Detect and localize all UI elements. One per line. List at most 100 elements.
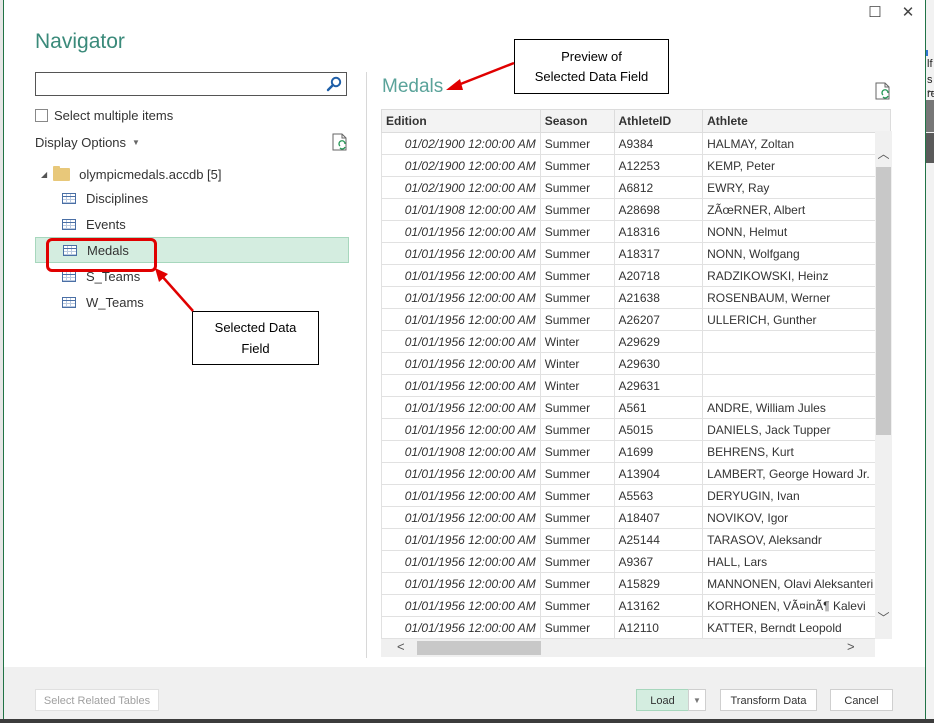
cell-athlete[interactable]: EWRY, Ray (702, 176, 891, 199)
cell-season[interactable]: Summer (539, 528, 615, 551)
pane-divider[interactable] (366, 72, 367, 658)
cell-edition[interactable]: 01/01/1956 12:00:00 AM (381, 286, 541, 309)
cell-season[interactable]: Summer (539, 242, 615, 265)
column-header-athleteid[interactable]: AthleteID (613, 109, 704, 133)
cell-athlete[interactable]: ROSENBAUM, Werner (702, 286, 891, 309)
cell-season[interactable]: Summer (539, 440, 615, 463)
horizontal-scroll-thumb[interactable] (417, 641, 541, 655)
table-row[interactable]: 01/01/1956 12:00:00 AM Summer A13904 LAMBER… (381, 462, 891, 485)
table-row[interactable]: 01/01/1956 12:00:00 AM Summer A5563 DERYUGI… (381, 484, 891, 507)
table-row[interactable]: 01/01/1956 12:00:00 AM Summer A18317 NONN, … (381, 242, 891, 265)
cell-athleteid[interactable]: A25144 (613, 528, 704, 551)
table-row[interactable]: 01/01/1956 12:00:00 AM Summer A26207 ULLERI… (381, 308, 891, 331)
transform-data-button[interactable]: Transform Data (720, 689, 817, 711)
cell-athlete[interactable]: KEMP, Peter (702, 154, 891, 177)
tree-root-database[interactable]: ◢ olympicmedals.accdb [5] (35, 163, 349, 185)
cell-athleteid[interactable]: A29630 (613, 352, 704, 375)
cell-athlete[interactable]: TARASOV, Aleksandr (702, 528, 891, 551)
horizontal-scrollbar[interactable]: < > (381, 639, 875, 657)
cell-edition[interactable]: 01/01/1956 12:00:00 AM (381, 264, 541, 287)
cell-edition[interactable]: 01/01/1956 12:00:00 AM (381, 396, 541, 419)
cell-athleteid[interactable]: A18316 (613, 220, 704, 243)
cell-season[interactable]: Summer (539, 198, 615, 221)
cell-edition[interactable]: 01/01/1956 12:00:00 AM (381, 528, 541, 551)
vertical-scroll-thumb[interactable] (876, 167, 891, 435)
table-row[interactable]: 01/01/1956 12:00:00 AM Summer A12110 KATTER… (381, 616, 891, 639)
table-row[interactable]: 01/01/1908 12:00:00 AM Summer A1699 BEHRENS… (381, 440, 891, 463)
cell-athleteid[interactable]: A29629 (613, 330, 704, 353)
load-dropdown-button[interactable]: ▼ (688, 689, 706, 711)
cell-edition[interactable]: 01/02/1900 12:00:00 AM (381, 132, 541, 155)
table-row[interactable]: 01/02/1900 12:00:00 AM Summer A9384 HALMAY,… (381, 132, 891, 155)
cell-athlete[interactable]: LAMBERT, George Howard Jr. (702, 462, 891, 485)
table-row[interactable]: 01/01/1956 12:00:00 AM Summer A561 ANDRE, W… (381, 396, 891, 419)
scroll-down-icon[interactable]: ﹀ (875, 609, 892, 626)
cell-athleteid[interactable]: A9384 (613, 132, 704, 155)
table-row[interactable]: 01/02/1900 12:00:00 AM Summer A12253 KEMP, … (381, 154, 891, 177)
table-row[interactable]: 01/01/1956 12:00:00 AMWinterA29630n (381, 352, 891, 375)
cell-edition[interactable]: 01/01/1956 12:00:00 AM (381, 352, 541, 375)
cell-athlete[interactable]: ZÃœRNER, Albert (702, 198, 891, 221)
cell-athleteid[interactable]: A6812 (613, 176, 704, 199)
cell-athlete[interactable]: n (702, 352, 891, 375)
maximize-button[interactable]: ☐ (866, 4, 884, 22)
cell-season[interactable]: Summer (539, 132, 615, 155)
cell-athleteid[interactable]: A9367 (613, 550, 704, 573)
cell-athlete[interactable]: KORHONEN, VÃ¤inÃ¶ Kalevi (702, 594, 891, 617)
cell-athleteid[interactable]: A5563 (613, 484, 704, 507)
cell-edition[interactable]: 01/01/1956 12:00:00 AM (381, 616, 541, 639)
cell-season[interactable]: Winter (539, 330, 615, 353)
cell-athlete[interactable]: ANDRE, William Jules (702, 396, 891, 419)
cell-athlete[interactable]: KATTER, Berndt Leopold (702, 616, 891, 639)
cell-athleteid[interactable]: A28698 (613, 198, 704, 221)
table-row[interactable]: 01/01/1956 12:00:00 AMWinterA29629n (381, 330, 891, 353)
column-header-athlete[interactable]: Athlete (702, 109, 891, 133)
cell-athlete[interactable]: RADZIKOWSKI, Heinz (702, 264, 891, 287)
tree-item-events[interactable]: Events (35, 211, 349, 237)
cell-season[interactable]: Summer (539, 484, 615, 507)
cell-athleteid[interactable]: A12110 (613, 616, 704, 639)
column-header-edition[interactable]: Edition (381, 109, 541, 133)
vertical-scrollbar[interactable]: ︿ ﹀ (875, 131, 892, 639)
cell-season[interactable]: Summer (539, 418, 615, 441)
expand-triangle-icon[interactable]: ◢ (41, 170, 47, 179)
cell-athlete[interactable]: BEHRENS, Kurt (702, 440, 891, 463)
table-row[interactable]: 01/01/1956 12:00:00 AMWinterA29631n (381, 374, 891, 397)
table-row[interactable]: 01/01/1956 12:00:00 AM Summer A13162 KORHON… (381, 594, 891, 617)
cell-athleteid[interactable]: A15829 (613, 572, 704, 595)
display-options-dropdown[interactable]: Display Options ▼ (35, 135, 140, 150)
cell-athlete[interactable]: n (702, 374, 891, 397)
cell-athleteid[interactable]: A1699 (613, 440, 704, 463)
select-related-tables-button[interactable]: Select Related Tables (35, 689, 159, 711)
search-input[interactable] (40, 74, 324, 96)
cell-athleteid[interactable]: A13904 (613, 462, 704, 485)
cell-athleteid[interactable]: A12253 (613, 154, 704, 177)
cell-edition[interactable]: 01/02/1900 12:00:00 AM (381, 176, 541, 199)
cell-edition[interactable]: 01/01/1908 12:00:00 AM (381, 198, 541, 221)
cancel-button[interactable]: Cancel (830, 689, 893, 711)
cell-edition[interactable]: 01/01/1956 12:00:00 AM (381, 484, 541, 507)
cell-athlete[interactable]: NOVIKOV, Igor (702, 506, 891, 529)
cell-edition[interactable]: 01/01/1956 12:00:00 AM (381, 330, 541, 353)
cell-athlete[interactable]: NONN, Helmut (702, 220, 891, 243)
table-row[interactable]: 01/01/1956 12:00:00 AM Summer A20718 RADZIK… (381, 264, 891, 287)
cell-season[interactable]: Summer (539, 176, 615, 199)
cell-season[interactable]: Summer (539, 572, 615, 595)
cell-athlete[interactable]: NONN, Wolfgang (702, 242, 891, 265)
cell-athleteid[interactable]: A5015 (613, 418, 704, 441)
cell-edition[interactable]: 01/01/1956 12:00:00 AM (381, 550, 541, 573)
cell-athlete[interactable]: n (702, 330, 891, 353)
refresh-icon[interactable] (332, 133, 348, 151)
cell-edition[interactable]: 01/01/1908 12:00:00 AM (381, 440, 541, 463)
cell-athlete[interactable]: MANNONEN, Olavi Aleksanteri (702, 572, 891, 595)
cell-edition[interactable]: 01/02/1900 12:00:00 AM (381, 154, 541, 177)
search-box[interactable] (35, 72, 347, 96)
cell-season[interactable]: Summer (539, 396, 615, 419)
cell-edition[interactable]: 01/01/1956 12:00:00 AM (381, 572, 541, 595)
preview-refresh-icon[interactable] (875, 82, 891, 100)
table-row[interactable]: 01/01/1956 12:00:00 AM Summer A15829 MANNON… (381, 572, 891, 595)
table-row[interactable]: 01/01/1956 12:00:00 AM Summer A9367 HALL, L… (381, 550, 891, 573)
table-row[interactable]: 01/01/1956 12:00:00 AM Summer A18316 NONN, … (381, 220, 891, 243)
cell-season[interactable]: Summer (539, 506, 615, 529)
table-row[interactable]: 01/02/1900 12:00:00 AM Summer A6812 EWRY, R… (381, 176, 891, 199)
